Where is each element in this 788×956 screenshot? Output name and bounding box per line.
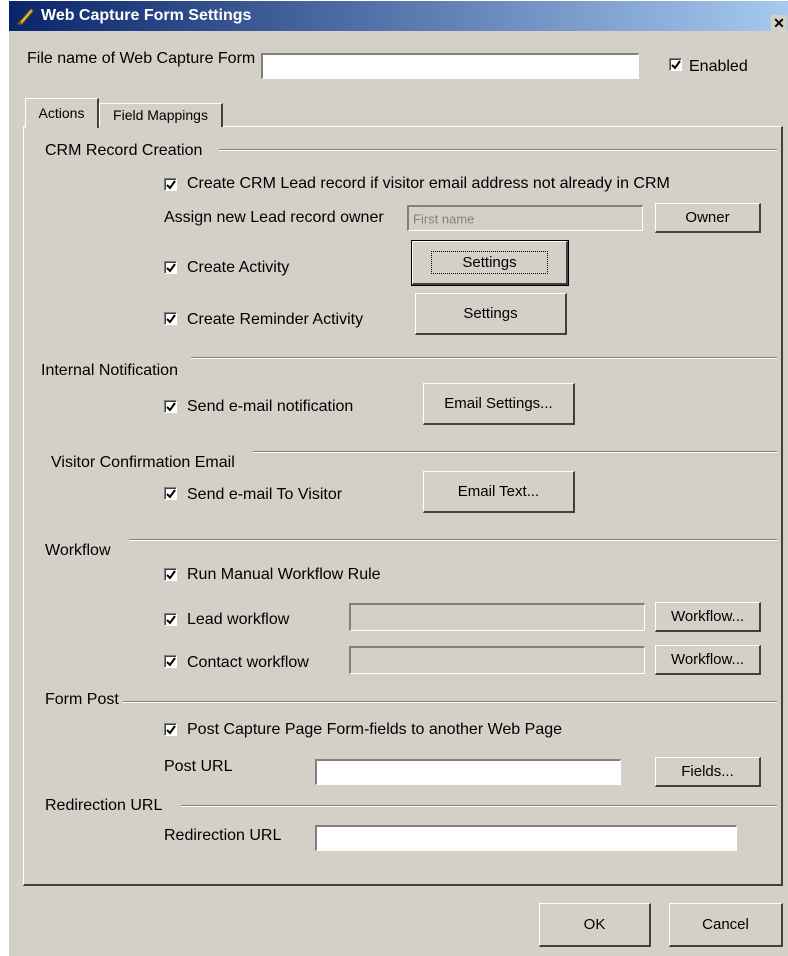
enabled-label: Enabled — [689, 58, 748, 75]
redirection-url-input[interactable] — [315, 825, 737, 851]
send-visitor-checkbox[interactable] — [164, 487, 177, 500]
filename-label: File name of Web Capture Form — [27, 50, 256, 67]
redirection-group-label: Redirection URL — [45, 797, 163, 814]
send-notification-checkbox[interactable] — [164, 400, 177, 413]
check-icon — [166, 570, 176, 580]
create-reminder-checkbox[interactable] — [164, 312, 177, 325]
activity-settings-button[interactable]: Settings — [411, 240, 569, 286]
activity-settings-label: Settings — [431, 251, 548, 274]
workflow-group-label: Workflow — [45, 542, 111, 559]
enabled-checkbox[interactable] — [669, 58, 682, 71]
window-title: Web Capture Form Settings — [41, 7, 252, 24]
email-text-button[interactable]: Email Text... — [423, 471, 575, 513]
post-url-input[interactable] — [315, 759, 621, 785]
dialog-window: Web Capture Form Settings ✕ File name of… — [8, 0, 788, 956]
owner-button[interactable]: Owner — [655, 203, 761, 233]
create-lead-checkbox[interactable] — [164, 178, 177, 191]
post-fields-label: Post Capture Page Form-fields to another… — [187, 721, 563, 738]
post-fields-checkbox[interactable] — [164, 723, 177, 736]
filename-input[interactable] — [261, 53, 639, 79]
contact-workflow-button[interactable]: Workflow... — [655, 645, 761, 675]
ok-button[interactable]: OK — [539, 903, 651, 947]
crm-group-line — [219, 149, 777, 151]
reminder-settings-button[interactable]: Settings — [415, 293, 567, 335]
check-icon — [166, 314, 176, 324]
contact-workflow-label: Contact workflow — [187, 654, 309, 671]
fields-button[interactable]: Fields... — [655, 757, 761, 787]
send-notification-label: Send e-mail notification — [187, 398, 354, 415]
lead-workflow-input[interactable] — [349, 603, 645, 631]
assign-owner-label: Assign new Lead record owner — [164, 209, 384, 226]
check-icon — [166, 263, 176, 273]
owner-placeholder: First name — [413, 211, 475, 226]
redirection-group-line — [181, 805, 777, 807]
email-settings-button[interactable]: Email Settings... — [423, 383, 575, 425]
check-icon — [166, 725, 176, 735]
post-url-label: Post URL — [164, 758, 233, 775]
lead-workflow-checkbox[interactable] — [164, 613, 177, 626]
redirection-url-label: Redirection URL — [164, 827, 282, 844]
run-manual-checkbox[interactable] — [164, 568, 177, 581]
workflow-group-line — [129, 539, 777, 541]
check-icon — [166, 180, 176, 190]
close-icon[interactable]: ✕ — [771, 15, 787, 31]
form-post-group-label: Form Post — [45, 691, 119, 708]
lead-workflow-button[interactable]: Workflow... — [655, 602, 761, 632]
tab-field-mappings[interactable]: Field Mappings — [99, 103, 223, 127]
visitor-group-label: Visitor Confirmation Email — [51, 454, 235, 471]
internal-group-line — [191, 357, 777, 359]
contact-workflow-checkbox[interactable] — [164, 655, 177, 668]
check-icon — [166, 402, 176, 412]
app-icon — [16, 8, 34, 25]
owner-input[interactable]: First name — [407, 205, 643, 231]
create-lead-label: Create CRM Lead record if visitor email … — [187, 175, 670, 192]
title-bar[interactable]: Web Capture Form Settings — [9, 1, 788, 31]
contact-workflow-input[interactable] — [349, 646, 645, 674]
check-icon — [166, 615, 176, 625]
send-visitor-label: Send e-mail To Visitor — [187, 486, 343, 503]
tab-actions[interactable]: Actions — [25, 98, 99, 128]
check-icon — [166, 657, 176, 667]
lead-workflow-label: Lead workflow — [187, 611, 290, 628]
form-post-group-line — [123, 701, 777, 703]
check-icon — [671, 60, 681, 70]
create-activity-label: Create Activity — [187, 259, 290, 276]
create-reminder-label: Create Reminder Activity — [187, 311, 364, 328]
create-activity-checkbox[interactable] — [164, 261, 177, 274]
run-manual-label: Run Manual Workflow Rule — [187, 566, 381, 583]
internal-group-label: Internal Notification — [41, 362, 178, 379]
cancel-button[interactable]: Cancel — [669, 903, 783, 947]
visitor-group-line — [253, 451, 777, 453]
check-icon — [166, 489, 176, 499]
crm-group-label: CRM Record Creation — [45, 142, 203, 159]
